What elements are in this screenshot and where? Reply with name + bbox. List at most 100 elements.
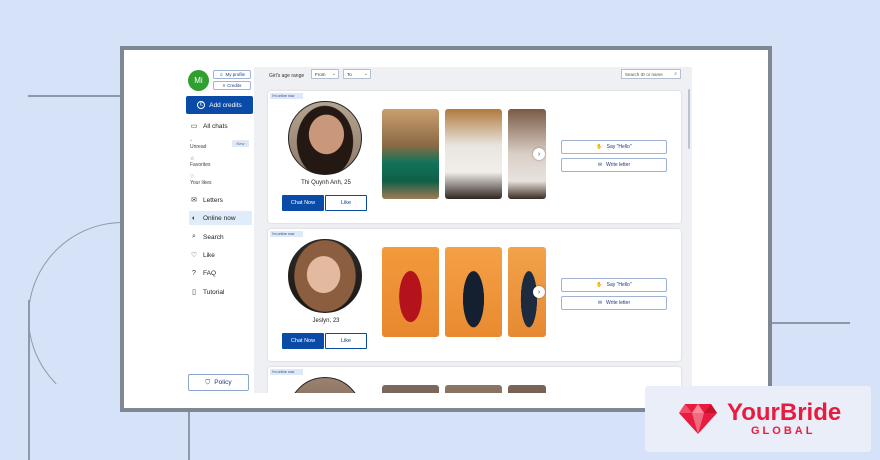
sidebar-item-like[interactable]: ♡ Like <box>189 248 252 262</box>
sidebar: Mi ☺ My profile ¤ Credits € Add credits … <box>186 67 254 393</box>
age-from-select[interactable]: From ⌄ <box>311 69 339 79</box>
write-letter-label: Write letter <box>606 162 631 168</box>
online-tag: I'm online now <box>270 93 303 99</box>
chat-icon: ▭ <box>190 123 198 130</box>
sidebar-item-label: Your likes <box>190 180 212 186</box>
sidebar-item-online-now[interactable]: ◐ Online now <box>189 211 252 225</box>
say-hello-button[interactable]: ✋ Say "Hello" <box>561 140 667 154</box>
user-icon: ☺ <box>218 72 224 77</box>
my-profile-button[interactable]: ☺ My profile <box>213 70 251 79</box>
sidebar-item-your-likes[interactable]: ♡ Your likes <box>190 174 212 186</box>
sidebar-item-unread[interactable]: ▫ Unread <box>190 138 206 150</box>
scrollbar[interactable] <box>688 89 690 149</box>
profile-name: Jeslyn, 23 <box>312 318 340 324</box>
say-hello-button[interactable]: ✋ Say "Hello" <box>561 278 667 292</box>
profile-name: Thi Quynh Anh, 25 <box>301 180 351 186</box>
sidebar-item-label: All chats <box>203 122 228 130</box>
sidebar-item-label: Online now <box>203 214 236 222</box>
gallery-photo[interactable] <box>508 385 546 393</box>
envelope-icon: ✉ <box>597 300 603 306</box>
toggle-icon: ◐ <box>191 214 197 222</box>
brand-logo: YourBride GLOBAL <box>645 386 871 452</box>
add-credits-label: Add credits <box>209 101 242 109</box>
sidebar-item-label: Search <box>203 233 224 241</box>
credits-button[interactable]: ¤ Credits <box>213 81 251 90</box>
sidebar-item-favorites[interactable]: ☆ Favorites <box>190 156 211 168</box>
age-from-value: From <box>315 71 326 77</box>
sidebar-item-label: Favorites <box>190 162 211 168</box>
profile-photo[interactable] <box>288 377 362 393</box>
chevron-right-icon[interactable]: › <box>533 148 545 160</box>
profile-photo[interactable] <box>288 101 362 175</box>
say-hello-label: Say "Hello" <box>606 282 632 288</box>
policy-label: Policy <box>214 379 232 386</box>
book-icon: ▯ <box>192 289 196 296</box>
online-tag: I'm online now <box>270 231 303 237</box>
envelope-icon: ✉ <box>191 197 197 204</box>
deco-line-mid-vertical <box>188 412 190 460</box>
deco-line-left-vertical <box>28 300 30 460</box>
like-button[interactable]: Like <box>325 195 367 211</box>
sidebar-item-search[interactable]: ⌕ Search <box>189 230 252 244</box>
avatar-initials: Mi <box>194 76 203 85</box>
gallery-photo[interactable] <box>382 247 439 337</box>
profile-photo[interactable] <box>288 239 362 313</box>
heart-icon: ♡ <box>190 252 198 259</box>
sidebar-item-tutorial[interactable]: ▯ Tutorial <box>189 285 252 299</box>
credits-label: Credits <box>227 83 242 88</box>
write-letter-button[interactable]: ✉ Write letter <box>561 296 667 310</box>
like-button[interactable]: Like <box>325 333 367 349</box>
brand-subtitle: GLOBAL <box>751 425 816 437</box>
write-letter-label: Write letter <box>606 300 631 306</box>
deco-line-left-top <box>28 95 120 97</box>
write-letter-button[interactable]: ✉ Write letter <box>561 158 667 172</box>
gallery-photo[interactable] <box>445 247 502 337</box>
profile-card: I'm online now <box>268 367 681 393</box>
chat-now-button[interactable]: Chat Now <box>282 195 324 211</box>
age-to-value: To <box>347 71 352 77</box>
search-placeholder: Search ID or name <box>625 71 663 77</box>
new-badge: New <box>232 140 249 147</box>
add-credits-button[interactable]: € Add credits <box>186 96 253 114</box>
sidebar-item-all-chats[interactable]: ▭ All chats <box>189 119 252 133</box>
say-hello-label: Say "Hello" <box>606 144 632 150</box>
diamond-icon <box>679 404 717 434</box>
gallery-photo[interactable] <box>445 109 502 199</box>
wave-icon: ✋ <box>596 282 603 288</box>
deco-line-right <box>772 322 850 324</box>
sidebar-item-label: Like <box>203 251 215 259</box>
online-tag: I'm online now <box>270 369 303 375</box>
chevron-right-icon[interactable]: › <box>533 286 545 298</box>
gallery-photo[interactable] <box>445 385 502 393</box>
chat-now-button[interactable]: Chat Now <box>282 333 324 349</box>
sidebar-item-letters[interactable]: ✉ Letters <box>189 193 252 207</box>
profile-card: I'm online now Thi Quynh Anh, 25 Chat No… <box>268 91 681 223</box>
new-badge-label: New <box>236 141 245 146</box>
sidebar-item-label: FAQ <box>203 269 217 277</box>
age-to-select[interactable]: To ⌄ <box>343 69 371 79</box>
sidebar-item-label: Tutorial <box>203 288 225 296</box>
chevron-down-icon: ⌄ <box>331 71 336 77</box>
sidebar-item-label: Unread <box>190 144 207 150</box>
profile-card: I'm online now Jeslyn, 23 Chat Now Like … <box>268 229 681 361</box>
coins-icon: ¤ <box>222 83 226 88</box>
search-input[interactable]: Search ID or name ⌕ <box>621 69 681 79</box>
age-range-label: Girl's age range <box>269 73 305 79</box>
sidebar-item-faq[interactable]: ? FAQ <box>189 266 252 280</box>
shield-icon: ⛉ <box>205 378 211 386</box>
search-icon: ⌕ <box>192 233 196 240</box>
chevron-down-icon: ⌄ <box>363 71 368 77</box>
policy-button[interactable]: ⛉ Policy <box>188 374 249 391</box>
question-icon: ? <box>192 269 196 277</box>
gallery-photo[interactable] <box>382 385 439 393</box>
gallery-photo[interactable] <box>382 109 439 199</box>
filter-bar: Girl's age range From ⌄ To ⌄ Search ID or … <box>263 67 692 87</box>
avatar[interactable]: Mi <box>188 70 209 91</box>
wave-icon: ✋ <box>596 144 603 150</box>
brand-name: YourBride <box>727 399 842 426</box>
sidebar-item-label: Letters <box>203 196 223 204</box>
search-icon: ⌕ <box>674 71 677 77</box>
envelope-icon: ✉ <box>597 162 603 168</box>
currency-icon: € <box>197 101 206 109</box>
my-profile-label: My profile <box>225 72 246 77</box>
